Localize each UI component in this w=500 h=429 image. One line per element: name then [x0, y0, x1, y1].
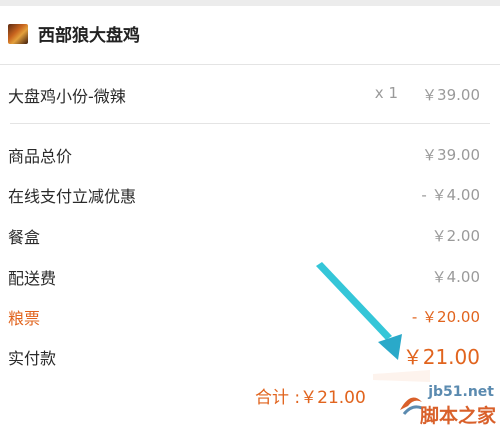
fee-label: 配送费: [8, 269, 57, 288]
item-price: ￥39.00: [422, 86, 480, 104]
item-name: 大盘鸡小份-微辣: [8, 87, 126, 106]
order-detail-card: 西部狼大盘鸡 大盘鸡小份-微辣 x 1 ￥39.00 商品总价 ￥39.00 在…: [0, 6, 500, 429]
fee-row-delivery: 配送费 ￥4.00: [0, 265, 500, 289]
shop-header[interactable]: 西部狼大盘鸡: [0, 6, 500, 64]
paid-amount-row: 实付款 ￥21.00: [0, 345, 500, 369]
order-total: 合计 :￥21.00: [255, 388, 366, 408]
shop-name: 西部狼大盘鸡: [38, 26, 140, 46]
fee-row-subtotal: 商品总价 ￥39.00: [0, 143, 500, 167]
fee-value: ￥2.00: [431, 227, 480, 245]
item-quantity: x 1: [374, 84, 398, 102]
watermark-site: jb51.net: [428, 384, 494, 400]
order-screen: 西部狼大盘鸡 大盘鸡小份-微辣 x 1 ￥39.00 商品总价 ￥39.00 在…: [0, 0, 500, 429]
fee-label: 粮票: [8, 309, 41, 328]
fee-label: 餐盒: [8, 228, 41, 247]
watermark: jb51.net 脚本之家: [366, 370, 500, 429]
fee-value: - ￥20.00: [411, 308, 480, 326]
divider: [10, 123, 490, 124]
fee-value: - ￥4.00: [421, 186, 480, 204]
fee-label: 商品总价: [8, 147, 73, 166]
paid-value: ￥21.00: [402, 345, 480, 369]
fee-row-packaging: 餐盒 ￥2.00: [0, 224, 500, 248]
divider: [0, 64, 500, 65]
fee-row-food-voucher: 粮票 - ￥20.00: [0, 305, 500, 329]
fee-row-online-discount: 在线支付立减优惠 - ￥4.00: [0, 183, 500, 207]
fee-value: ￥4.00: [431, 268, 480, 286]
shop-thumbnail: [8, 24, 28, 44]
fee-label: 在线支付立减优惠: [8, 187, 137, 206]
order-item-row: 大盘鸡小份-微辣 x 1 ￥39.00: [0, 83, 500, 107]
watermark-brand: 脚本之家: [419, 405, 496, 427]
fee-value: ￥39.00: [422, 146, 480, 164]
paid-label: 实付款: [8, 349, 57, 368]
